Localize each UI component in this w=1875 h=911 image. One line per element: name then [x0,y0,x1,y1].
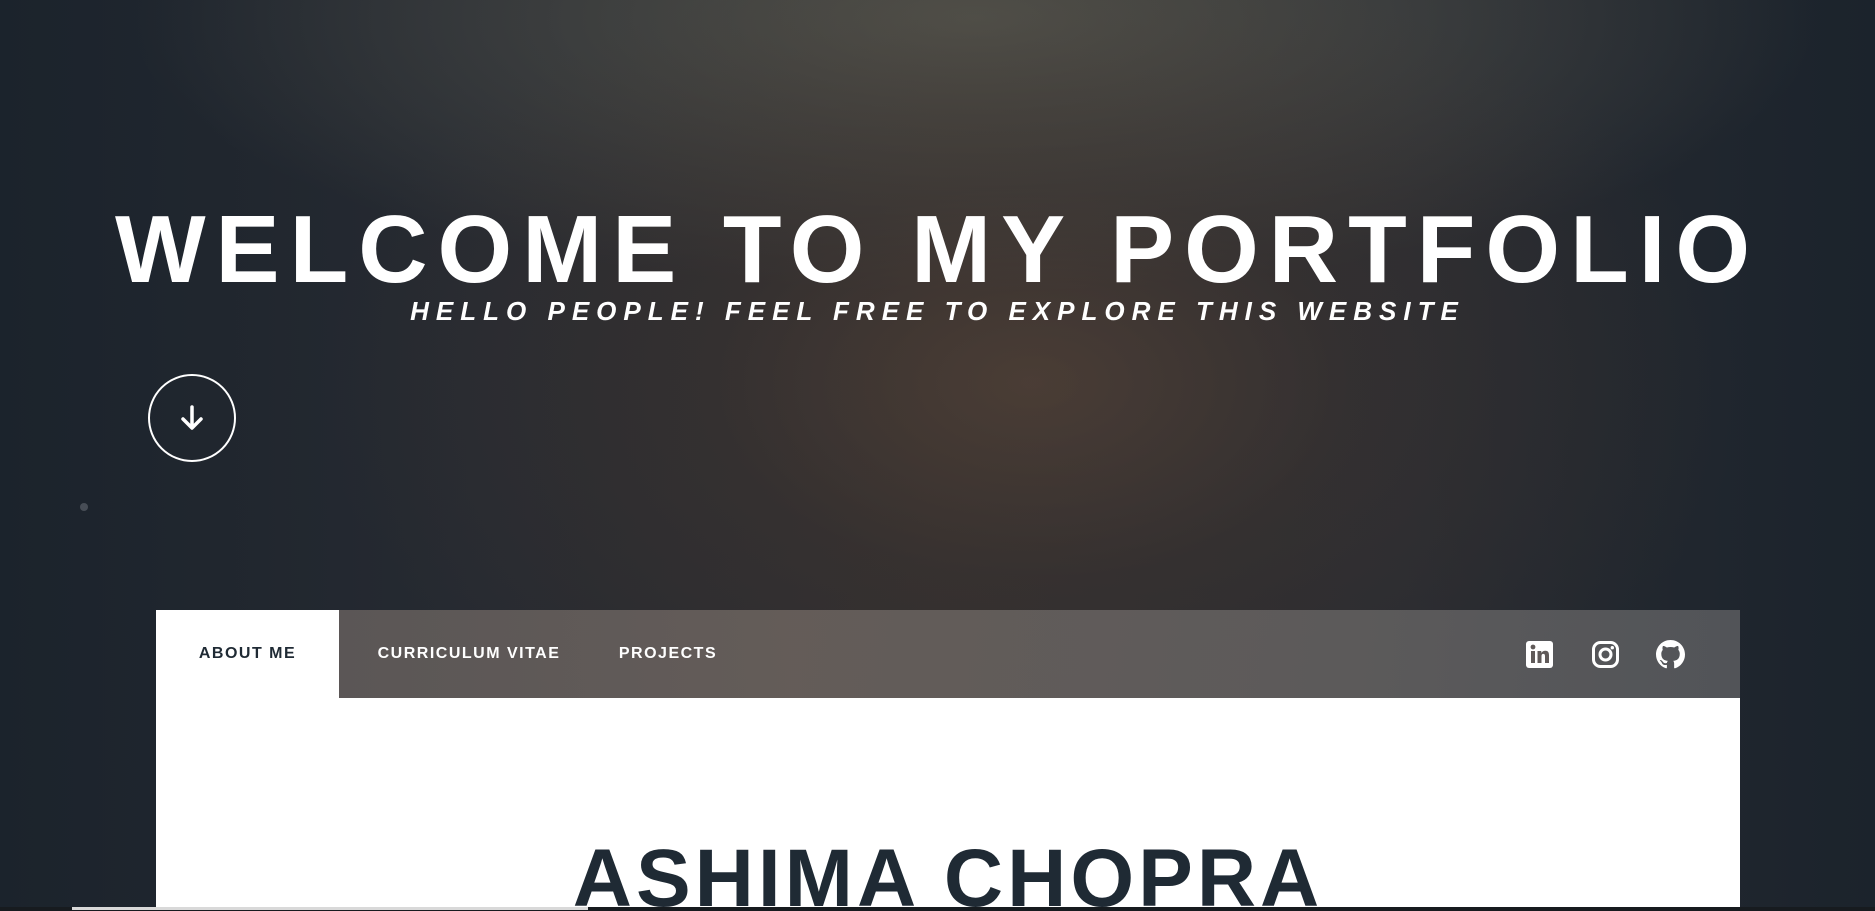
instagram-icon [1591,640,1619,668]
scroll-down-button[interactable] [148,374,236,462]
tab-about-me[interactable]: ABOUT ME [156,610,339,698]
instagram-link[interactable] [1590,639,1620,669]
linkedin-link[interactable] [1524,639,1554,669]
linkedin-icon [1525,640,1553,668]
hero-title: WELCOME TO MY PORTFOLIO [114,196,1761,303]
tab-curriculum-vitae[interactable]: CURRICULUM VITAE [339,610,599,698]
decorative-dot [80,503,88,511]
bottom-scrollbar-thumb[interactable] [72,907,588,910]
hero-subtitle: HELLO PEOPLE! FEEL FREE TO EXPLORE THIS … [410,296,1465,326]
about-section: ASHIMA CHOPRA [156,698,1740,911]
arrow-down-icon [181,405,203,430]
name-heading: ASHIMA CHOPRA [572,833,1324,911]
tab-projects[interactable]: PROJECTS [599,610,737,698]
github-link[interactable] [1655,639,1685,669]
github-icon [1655,639,1685,668]
navbar: ABOUT ME CURRICULUM VITAE PROJECTS [156,610,1740,698]
